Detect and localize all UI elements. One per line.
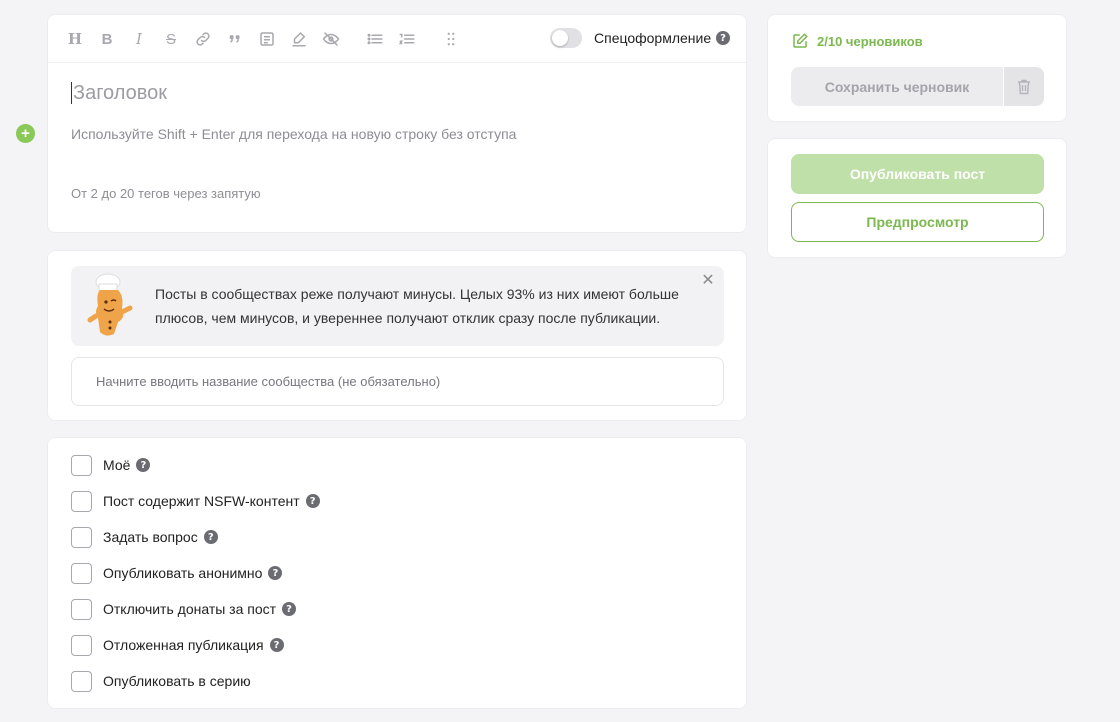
drag-handle-icon[interactable] bbox=[439, 27, 463, 51]
help-icon[interactable]: ? bbox=[268, 566, 283, 580]
special-formatting-toggle[interactable] bbox=[550, 28, 582, 48]
bold-icon[interactable]: B bbox=[95, 27, 119, 51]
link-icon[interactable] bbox=[191, 27, 215, 51]
highlighter-icon[interactable] bbox=[287, 27, 311, 51]
drafts-panel: 2/10 черновиков Сохранить черновик bbox=[767, 14, 1067, 122]
community-notice: Посты в сообществах реже получают минусы… bbox=[71, 266, 724, 346]
checkbox[interactable] bbox=[71, 454, 92, 476]
checkbox[interactable] bbox=[71, 634, 92, 656]
option-label: Задать вопрос bbox=[103, 529, 198, 545]
notice-text: Посты в сообществах реже получают минусы… bbox=[155, 286, 679, 326]
checkbox[interactable] bbox=[71, 598, 92, 620]
post-editor: H B I S Спецоформление ? Заголовок Испол… bbox=[47, 14, 747, 233]
option-series[interactable]: Опубликовать в серию bbox=[71, 670, 257, 692]
post-options: Моё ? Пост содержит NSFW-контент ? Задат… bbox=[47, 437, 747, 709]
chef-mascot-icon bbox=[87, 273, 133, 336]
checkbox[interactable] bbox=[71, 670, 92, 692]
drafts-count-label: 2/10 черновиков bbox=[817, 33, 923, 49]
community-search-input[interactable]: Начните вводить название сообщества (не … bbox=[71, 357, 724, 406]
checkbox[interactable] bbox=[71, 490, 92, 512]
strikethrough-icon[interactable]: S bbox=[159, 27, 183, 51]
community-section: Посты в сообществах реже получают минусы… bbox=[47, 250, 747, 421]
publish-panel: Опубликовать пост Предпросмотр bbox=[767, 138, 1067, 258]
help-icon[interactable]: ? bbox=[136, 458, 151, 472]
title-input[interactable]: Заголовок bbox=[71, 82, 167, 104]
delete-draft-button[interactable] bbox=[1004, 67, 1044, 106]
option-label: Опубликовать в серию bbox=[103, 673, 251, 689]
publish-button[interactable]: Опубликовать пост bbox=[791, 154, 1044, 194]
help-icon[interactable]: ? bbox=[269, 638, 284, 652]
document-icon[interactable] bbox=[255, 27, 279, 51]
option-scheduled[interactable]: Отложенная публикация ? bbox=[71, 634, 284, 656]
edit-icon bbox=[793, 33, 808, 48]
option-label: Отложенная публикация bbox=[103, 637, 264, 653]
preview-button[interactable]: Предпросмотр bbox=[791, 202, 1044, 242]
help-icon[interactable]: ? bbox=[282, 602, 297, 616]
numbered-list-icon[interactable] bbox=[395, 27, 419, 51]
save-draft-button[interactable]: Сохранить черновик bbox=[791, 67, 1003, 106]
add-block-button[interactable]: + bbox=[16, 124, 35, 143]
option-label: Моё bbox=[103, 457, 131, 473]
eye-off-icon[interactable] bbox=[319, 27, 343, 51]
option-label: Пост содержит NSFW-контент bbox=[103, 493, 300, 509]
bulleted-list-icon[interactable] bbox=[363, 27, 387, 51]
close-icon[interactable]: ✕ bbox=[700, 272, 716, 289]
italic-icon[interactable]: I bbox=[127, 27, 151, 51]
checkbox[interactable] bbox=[71, 562, 92, 584]
checkbox[interactable] bbox=[71, 526, 92, 548]
tags-input[interactable]: От 2 до 20 тегов через запятую bbox=[71, 186, 261, 201]
option-label: Отключить донаты за пост bbox=[103, 601, 277, 617]
help-icon[interactable]: ? bbox=[203, 530, 218, 544]
editor-toolbar: H B I S Спецоформление ? bbox=[48, 15, 746, 63]
option-disable-donations[interactable]: Отключить донаты за пост ? bbox=[71, 598, 297, 620]
quote-icon[interactable] bbox=[223, 27, 247, 51]
option-nsfw[interactable]: Пост содержит NSFW-контент ? bbox=[71, 490, 320, 512]
option-question[interactable]: Задать вопрос ? bbox=[71, 526, 218, 548]
help-icon[interactable]: ? bbox=[305, 494, 320, 508]
special-formatting-label: Спецоформление bbox=[594, 30, 712, 46]
help-icon[interactable]: ? bbox=[716, 31, 730, 45]
body-input[interactable]: Используйте Shift + Enter для перехода н… bbox=[71, 126, 516, 142]
trash-icon bbox=[1018, 79, 1030, 94]
option-mine[interactable]: Моё ? bbox=[71, 454, 151, 476]
option-anonymous[interactable]: Опубликовать анонимно ? bbox=[71, 562, 283, 584]
option-label: Опубликовать анонимно bbox=[103, 565, 263, 581]
heading-icon[interactable]: H bbox=[63, 27, 87, 51]
drafts-counter[interactable]: 2/10 черновиков bbox=[791, 32, 923, 50]
